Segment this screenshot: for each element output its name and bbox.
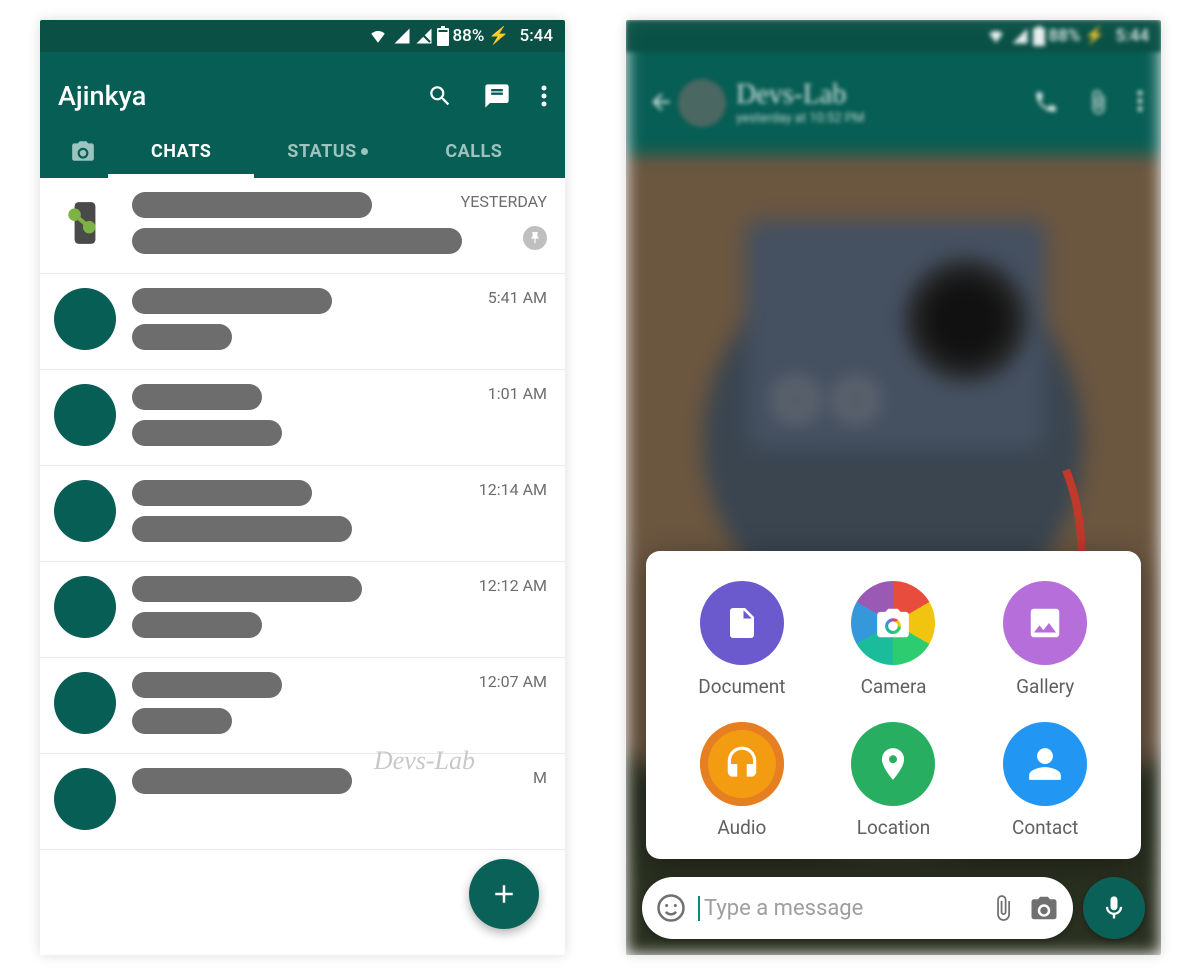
chat-row[interactable]: 12:14 AM — [40, 466, 565, 562]
back-icon[interactable] — [644, 89, 678, 115]
chat-row[interactable]: 1:01 AM — [40, 370, 565, 466]
camera-icon[interactable] — [1029, 893, 1059, 923]
chat-avatar[interactable] — [54, 384, 116, 446]
attach-contact[interactable]: Contact — [969, 722, 1121, 839]
tab-calls[interactable]: CALLS — [401, 124, 547, 178]
location-icon — [874, 745, 912, 783]
new-message-fab[interactable] — [469, 859, 539, 929]
chat-row[interactable]: M — [40, 754, 565, 850]
app-bar: Ajinkya CHATS STATUS CALLS — [40, 52, 565, 178]
chat-avatar[interactable] — [54, 288, 116, 350]
message-placeholder: Type a message — [698, 896, 977, 921]
message-input-bar: Type a message — [642, 877, 1145, 939]
battery-icon — [437, 26, 449, 46]
attach-gallery[interactable]: Gallery — [969, 581, 1121, 698]
status-bar-right: 88% ⚡ 5:44 — [626, 20, 1161, 52]
chat-time: 5:41 AM — [488, 288, 547, 307]
wifi-icon — [367, 27, 389, 45]
tab-chats[interactable]: CHATS — [108, 124, 254, 178]
attachment-sheet: Document Camera Gallery Audio Location C… — [646, 551, 1141, 859]
chat-preview — [132, 766, 547, 804]
headphones-icon — [723, 745, 761, 783]
chat-row[interactable]: 12:12 AM — [40, 562, 565, 658]
chat-time: 12:14 AM — [479, 480, 547, 499]
more-icon[interactable] — [1137, 89, 1143, 113]
more-icon[interactable] — [541, 84, 547, 108]
status-dot-icon — [361, 148, 368, 155]
person-icon — [1026, 745, 1064, 783]
emoji-icon[interactable] — [656, 893, 686, 923]
search-icon[interactable] — [427, 83, 453, 109]
signal-icon — [393, 27, 411, 45]
camera-icon — [70, 138, 96, 164]
pin-icon — [523, 226, 547, 250]
charging-icon: ⚡ — [488, 26, 509, 46]
tab-camera[interactable] — [58, 138, 108, 164]
phone-chat-list: 88% ⚡ 5:44 Ajinkya CHATS STATUS CALLS YE… — [40, 20, 565, 955]
contact-avatar[interactable] — [678, 79, 726, 127]
chat-avatar[interactable] — [54, 672, 116, 734]
plus-icon — [489, 879, 519, 909]
attach-icon[interactable] — [1085, 89, 1111, 115]
chat-avatar[interactable] — [54, 576, 116, 638]
chat-preview — [132, 286, 547, 350]
call-icon[interactable] — [1033, 89, 1059, 115]
chat-time: M — [533, 768, 547, 787]
last-seen: yesterday at 10:52 PM — [736, 111, 864, 126]
chat-header[interactable]: Devs-Lab yesterday at 10:52 PM — [626, 52, 1161, 152]
phone-attachment: 88% ⚡ 5:44 Devs-Lab yesterday at 10:52 P… — [626, 20, 1161, 955]
chat-row[interactable]: YESTERDAY — [40, 178, 565, 274]
voice-message-button[interactable] — [1083, 877, 1145, 939]
no-sim-icon — [415, 27, 433, 45]
status-bar: 88% ⚡ 5:44 — [40, 20, 565, 52]
chat-avatar[interactable] — [54, 768, 116, 830]
chat-list: YESTERDAY 5:41 AM 1:01 AM 12:14 AM 12:12 AM 1… — [40, 178, 565, 850]
attach-location[interactable]: Location — [818, 722, 970, 839]
camera-icon — [874, 604, 912, 642]
document-icon — [724, 605, 760, 641]
attach-document[interactable]: Document — [666, 581, 818, 698]
chat-avatar[interactable] — [54, 480, 116, 542]
chat-row[interactable]: 12:07 AM — [40, 658, 565, 754]
clock: 5:44 — [520, 26, 553, 46]
battery-percent: 88% — [453, 26, 485, 46]
chat-row[interactable]: 5:41 AM — [40, 274, 565, 370]
mic-icon — [1100, 894, 1128, 922]
chat-time: 1:01 AM — [488, 384, 547, 403]
contact-name: Devs-Lab — [736, 79, 864, 111]
tab-bar: CHATS STATUS CALLS — [58, 124, 547, 178]
watermark: Devs-Lab — [374, 746, 475, 776]
wifi-icon — [985, 27, 1007, 45]
tab-status[interactable]: STATUS — [254, 124, 400, 178]
gallery-icon — [1026, 604, 1064, 642]
signal-icon — [1011, 27, 1029, 45]
attach-icon[interactable] — [989, 894, 1017, 922]
chat-avatar[interactable] — [54, 192, 116, 254]
chat-preview — [132, 382, 547, 446]
app-title: Ajinkya — [58, 80, 427, 112]
chat-time: YESTERDAY — [461, 192, 547, 211]
chat-time: 12:07 AM — [479, 672, 547, 691]
attach-camera[interactable]: Camera — [818, 581, 970, 698]
battery-icon — [1033, 26, 1045, 46]
new-chat-icon[interactable] — [483, 82, 511, 110]
attach-audio[interactable]: Audio — [666, 722, 818, 839]
message-input[interactable]: Type a message — [642, 877, 1073, 939]
chat-time: 12:12 AM — [479, 576, 547, 595]
